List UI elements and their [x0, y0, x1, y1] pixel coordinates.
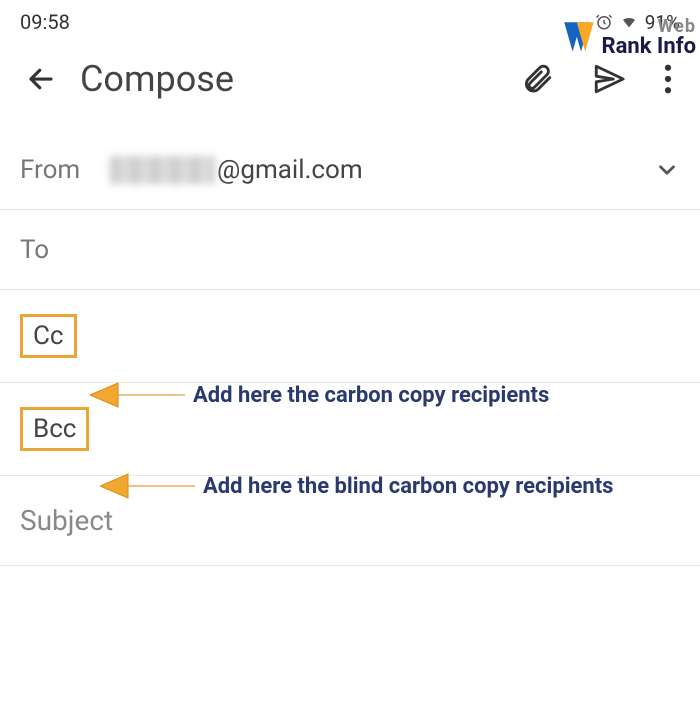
attach-icon[interactable] — [520, 62, 554, 96]
cc-label: Cc — [20, 314, 77, 358]
page-title: Compose — [80, 58, 496, 100]
cc-annotation-text: Add here the carbon copy recipients — [193, 383, 549, 408]
bcc-annotation-text: Add here the blind carbon copy recipient… — [203, 474, 613, 499]
to-row[interactable]: To — [0, 210, 700, 290]
from-label: From — [20, 155, 110, 185]
subject-label: Subject — [20, 504, 113, 537]
from-obscured — [110, 156, 215, 184]
from-row[interactable]: From @gmail.com — [0, 130, 700, 210]
arrow-left-icon — [100, 464, 195, 508]
watermark: Web Rank Info — [560, 18, 696, 60]
cc-annotation: Add here the carbon copy recipients — [90, 373, 549, 417]
watermark-icon — [560, 18, 602, 60]
more-icon[interactable] — [664, 64, 672, 94]
back-arrow-icon[interactable] — [26, 64, 56, 94]
from-value: @gmail.com — [110, 155, 654, 185]
to-label: To — [20, 235, 110, 265]
send-icon[interactable] — [592, 62, 626, 96]
bcc-annotation: Add here the blind carbon copy recipient… — [100, 464, 613, 508]
from-domain: @gmail.com — [217, 155, 363, 185]
arrow-left-icon — [90, 373, 185, 417]
bcc-label: Bcc — [20, 407, 89, 451]
cc-row[interactable]: Cc — [0, 290, 700, 383]
status-time: 09:58 — [20, 10, 70, 34]
watermark-line2: Rank Info — [602, 36, 696, 58]
chevron-down-icon[interactable] — [654, 157, 680, 183]
